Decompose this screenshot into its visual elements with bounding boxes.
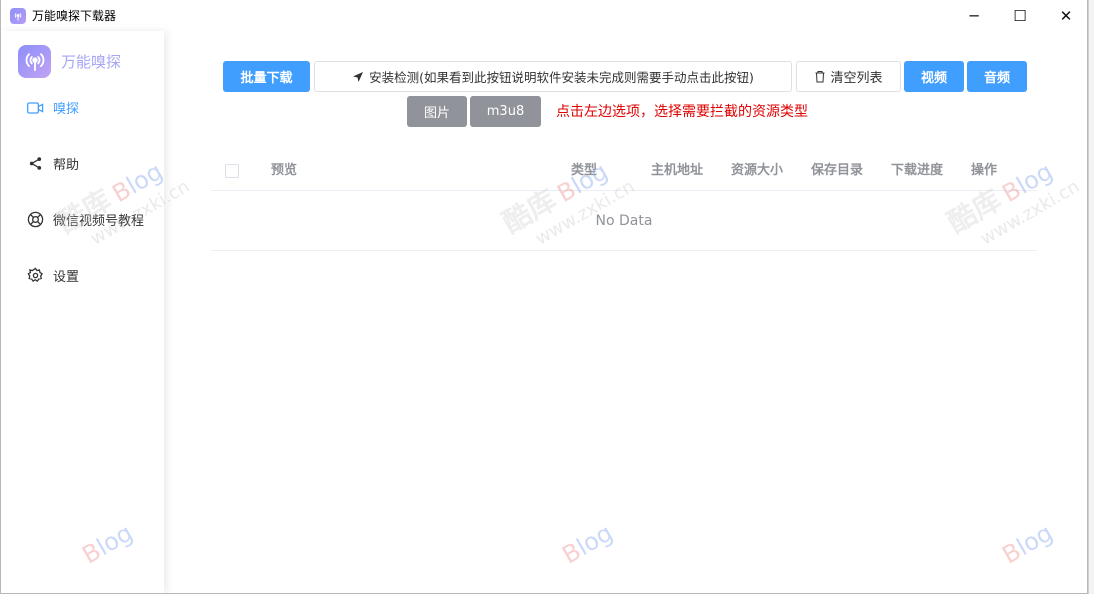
minimize-icon: ─	[969, 6, 979, 25]
main-content: 批量下载 安装检测(如果看到此按钮说明软件安装未完成则需要手动点击此按钮) 清空…	[164, 31, 1087, 593]
send-icon	[352, 71, 364, 83]
sidebar: 万能嗅探 嗅探 帮助 微信视频号教程 设置	[2, 31, 164, 593]
install-check-button[interactable]: 安装检测(如果看到此按钮说明软件安装未完成则需要手动点击此按钮)	[314, 61, 792, 92]
filter-hint-text: 点击左边选项，选择需要拦截的资源类型	[556, 104, 808, 120]
clear-list-label: 清空列表	[830, 71, 883, 86]
install-check-label: 安装检测(如果看到此按钮说明软件安装未完成则需要手动点击此按钮)	[369, 70, 754, 85]
app-icon	[10, 7, 26, 24]
maximize-icon: ☐	[1013, 6, 1027, 25]
gear-icon	[26, 267, 44, 285]
window-title: 万能嗅探下载器	[32, 9, 117, 23]
table-empty-row: No Data	[211, 191, 1037, 251]
sidebar-item-label: 设置	[53, 270, 80, 285]
table-header: 预览 类型 主机地址 资源大小 保存目录 下载进度 操作	[211, 151, 1037, 191]
lifebuoy-icon	[26, 211, 44, 229]
close-icon: ✕	[1059, 6, 1073, 25]
column-header-preview[interactable]: 预览	[271, 151, 297, 191]
sidebar-item-sniff[interactable]: 嗅探	[26, 98, 79, 117]
window-controls: ─ ☐ ✕	[951, 0, 1087, 31]
sidebar-item-help[interactable]: 帮助	[26, 154, 79, 173]
minimize-button[interactable]: ─	[951, 0, 997, 31]
maximize-button[interactable]: ☐	[997, 0, 1043, 31]
sidebar-item-settings[interactable]: 设置	[26, 266, 79, 285]
sidebar-item-label: 帮助	[53, 158, 80, 173]
column-header-actions[interactable]: 操作	[971, 151, 997, 191]
sidebar-logo: 万能嗅探	[18, 45, 121, 78]
trash-icon	[814, 70, 826, 83]
title-bar[interactable]: 万能嗅探下载器 ─ ☐ ✕	[1, 0, 1087, 31]
m3u8-filter-button[interactable]: m3u8	[470, 96, 541, 127]
image-filter-button[interactable]: 图片	[407, 96, 467, 127]
antenna-icon	[18, 45, 51, 78]
column-header-type[interactable]: 类型	[571, 151, 597, 191]
column-header-save-dir[interactable]: 保存目录	[811, 151, 863, 191]
app-window: 万能嗅探下载器 ─ ☐ ✕ 万能嗅探 嗅探 帮助 微信视频号教程 设置 批量下载…	[0, 0, 1088, 594]
background-window-edge	[1088, 0, 1094, 594]
sidebar-item-label: 微信视频号教程	[53, 214, 145, 229]
column-header-host[interactable]: 主机地址	[651, 151, 703, 191]
empty-text: No Data	[595, 212, 653, 229]
select-all-checkbox[interactable]	[225, 164, 239, 178]
column-header-progress[interactable]: 下载进度	[891, 151, 943, 191]
column-header-size[interactable]: 资源大小	[731, 151, 783, 191]
logo-text: 万能嗅探	[61, 53, 122, 71]
sidebar-item-wechat-tutorial[interactable]: 微信视频号教程	[26, 210, 144, 229]
share-icon	[26, 155, 44, 173]
clear-list-button[interactable]: 清空列表	[796, 61, 901, 92]
video-camera-icon	[26, 99, 44, 117]
video-filter-button[interactable]: 视频	[904, 61, 964, 92]
audio-filter-button[interactable]: 音频	[967, 61, 1027, 92]
sidebar-item-label: 嗅探	[53, 102, 80, 117]
close-button[interactable]: ✕	[1043, 0, 1087, 31]
batch-download-button[interactable]: 批量下载	[223, 61, 310, 92]
